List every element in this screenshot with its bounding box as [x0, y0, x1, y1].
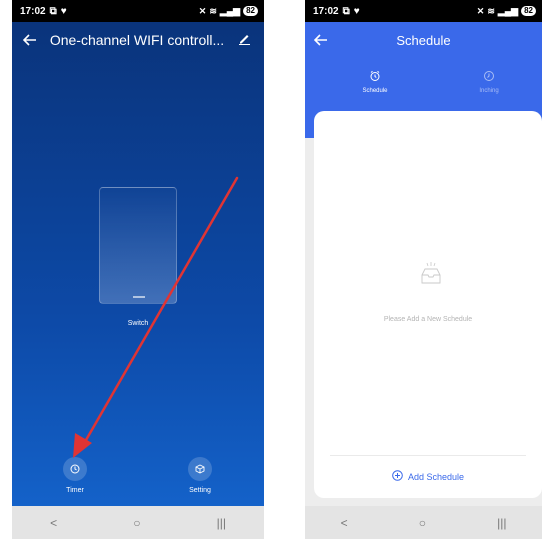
status-time: 17:02 [20, 5, 46, 17]
nav-recents-icon[interactable]: ||| [217, 516, 226, 530]
add-schedule-label: Add Schedule [407, 471, 465, 482]
battery-badge: 82 [243, 6, 258, 16]
empty-state-message: Please Add a New Schedule [383, 316, 473, 323]
location-icon: ♥ [60, 5, 67, 17]
back-arrow-icon[interactable] [18, 28, 42, 52]
device-title: One-channel WIFI controll... [49, 32, 225, 48]
mute-icon: ✕ [476, 5, 485, 16]
nav-recents-icon[interactable]: ||| [497, 516, 506, 530]
status-bar: 17:02 ⧉ ♥ ✕ ≋ ▂▄▆ 82 [12, 0, 264, 22]
signal-icon: ▂▄▆ [219, 5, 241, 16]
nav-back-icon[interactable]: < [50, 516, 57, 530]
app-header: One-channel WIFI controll... [12, 22, 264, 58]
alarm-clock-icon [345, 70, 405, 84]
device-screen: 17:02 ⧉ ♥ ✕ ≋ ▂▄▆ 82 One-channel WIFI co… [12, 0, 264, 539]
system-nav-bar: < ○ ||| [12, 506, 264, 539]
mute-icon: ✕ [198, 5, 207, 16]
screenshot-icon: ⧉ [49, 5, 57, 17]
tab-inching[interactable]: Inching [459, 70, 519, 94]
timer-button[interactable]: Timer [50, 457, 100, 494]
location-icon: ♥ [353, 5, 360, 17]
empty-inbox-icon [420, 261, 442, 292]
setting-button[interactable]: Setting [175, 457, 225, 494]
switch-label: Switch [127, 320, 149, 327]
tab-schedule-label: Schedule [362, 88, 388, 94]
nav-home-icon[interactable]: ○ [419, 516, 426, 530]
app-header: Schedule [305, 22, 542, 58]
signal-icon: ▂▄▆ [497, 5, 519, 16]
edit-pencil-icon[interactable] [232, 32, 256, 48]
wifi-icon: ≋ [209, 5, 217, 16]
add-schedule-button[interactable]: Add Schedule [314, 470, 542, 483]
battery-badge: 82 [521, 6, 536, 16]
tab-inching-label: Inching [479, 88, 499, 94]
switch-toggle-card[interactable] [99, 187, 177, 304]
status-time: 17:02 [313, 5, 339, 17]
tab-schedule[interactable]: Schedule [345, 70, 405, 94]
system-nav-bar: < ○ ||| [305, 506, 542, 539]
status-bar: 17:02 ⧉ ♥ ✕ ≋ ▂▄▆ 82 [305, 0, 542, 22]
divider [330, 455, 526, 456]
nav-back-icon[interactable]: < [341, 516, 348, 530]
clock-icon [459, 70, 519, 84]
page-title: Schedule [396, 32, 451, 48]
schedule-list-panel: Please Add a New Schedule Add Schedule [314, 111, 542, 498]
schedule-screen: 17:02 ⧉ ♥ ✕ ≋ ▂▄▆ 82 Schedule Schedule I… [305, 0, 542, 539]
setting-label: Setting [189, 487, 211, 494]
switch-indicator [133, 296, 145, 298]
screenshot-icon: ⧉ [342, 5, 350, 17]
wifi-icon: ≋ [487, 5, 495, 16]
plus-circle-icon [392, 470, 403, 483]
clock-icon [63, 457, 87, 481]
back-arrow-icon[interactable] [309, 28, 333, 52]
settings-cube-icon [188, 457, 212, 481]
timer-label: Timer [66, 487, 84, 494]
nav-home-icon[interactable]: ○ [133, 516, 140, 530]
